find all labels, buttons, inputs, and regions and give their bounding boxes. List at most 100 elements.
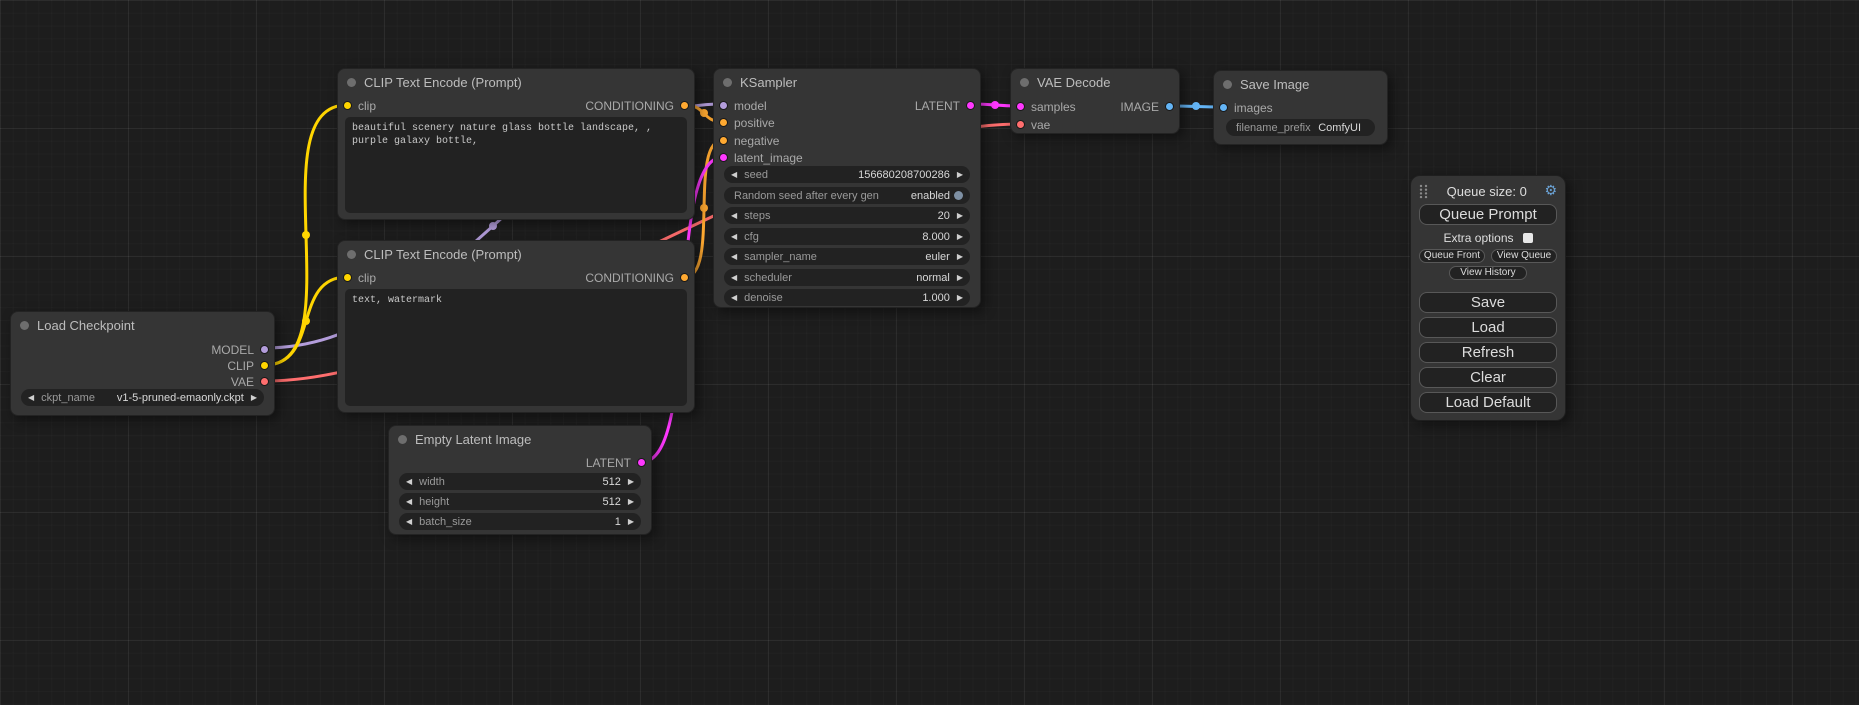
denoise-widget[interactable]: ◀ denoise 1.000 ▶: [724, 289, 970, 306]
prev-value-arrow-icon[interactable]: ◀: [28, 394, 34, 402]
increment-arrow-icon[interactable]: ▶: [628, 478, 634, 486]
latent-slot-dot[interactable]: [719, 153, 728, 162]
output-slot-latent[interactable]: LATENT: [586, 454, 646, 471]
clip-slot-dot[interactable]: [343, 101, 352, 110]
conditioning-slot-dot[interactable]: [680, 101, 689, 110]
collapse-toggle-icon[interactable]: [1020, 78, 1029, 87]
model-slot-dot[interactable]: [260, 345, 269, 354]
model-slot-dot[interactable]: [719, 101, 728, 110]
node-title-bar[interactable]: CLIP Text Encode (Prompt): [338, 69, 694, 95]
input-slot-positive[interactable]: positive: [719, 114, 775, 131]
output-slot-vae[interactable]: VAE: [231, 373, 269, 390]
output-slot-model[interactable]: MODEL: [211, 341, 269, 358]
positive-prompt-textarea[interactable]: beautiful scenery nature glass bottle la…: [345, 117, 687, 213]
decrement-arrow-icon[interactable]: ◀: [731, 294, 737, 302]
latent-slot-dot[interactable]: [966, 101, 975, 110]
node-title-bar[interactable]: Load Checkpoint: [11, 312, 274, 338]
node-vae-decode[interactable]: VAE Decode samples vae IMAGE: [1010, 68, 1180, 134]
prev-value-arrow-icon[interactable]: ◀: [731, 253, 737, 261]
increment-arrow-icon[interactable]: ▶: [628, 518, 634, 526]
view-history-button[interactable]: View History: [1449, 266, 1527, 280]
input-slot-latent-image[interactable]: latent_image: [719, 149, 803, 166]
vae-slot-dot[interactable]: [260, 377, 269, 386]
clip-slot-dot[interactable]: [260, 361, 269, 370]
output-slot-latent[interactable]: LATENT: [915, 97, 975, 114]
toggle-indicator-icon[interactable]: [954, 191, 963, 200]
node-save-image[interactable]: Save Image images filename_prefix ComfyU…: [1213, 70, 1388, 145]
image-slot-dot[interactable]: [1165, 102, 1174, 111]
node-ksampler[interactable]: KSampler model positive negative latent_…: [713, 68, 981, 308]
seed-widget[interactable]: ◀ seed 156680208700286 ▶: [724, 166, 970, 183]
node-clip-text-encode-positive[interactable]: CLIP Text Encode (Prompt) clip CONDITION…: [337, 68, 695, 220]
input-slot-model[interactable]: model: [719, 97, 767, 114]
sampler-name-widget[interactable]: ◀ sampler_name euler ▶: [724, 248, 970, 265]
input-slot-images[interactable]: images: [1219, 99, 1273, 116]
next-value-arrow-icon[interactable]: ▶: [251, 394, 257, 402]
prev-value-arrow-icon[interactable]: ◀: [731, 274, 737, 282]
scheduler-widget[interactable]: ◀ scheduler normal ▶: [724, 269, 970, 286]
increment-arrow-icon[interactable]: ▶: [957, 171, 963, 179]
collapse-toggle-icon[interactable]: [398, 435, 407, 444]
output-slot-clip[interactable]: CLIP: [227, 357, 269, 374]
conditioning-slot-dot[interactable]: [719, 136, 728, 145]
node-empty-latent-image[interactable]: Empty Latent Image LATENT ◀ width 512 ▶ …: [388, 425, 652, 535]
save-workflow-button[interactable]: Save: [1419, 292, 1557, 313]
collapse-toggle-icon[interactable]: [347, 250, 356, 259]
node-title-bar[interactable]: KSampler: [714, 69, 980, 95]
input-slot-samples[interactable]: samples: [1016, 98, 1076, 115]
negative-prompt-textarea[interactable]: text, watermark: [345, 289, 687, 406]
refresh-button[interactable]: Refresh: [1419, 342, 1557, 363]
view-queue-button[interactable]: View Queue: [1491, 249, 1557, 263]
settings-gear-icon[interactable]: ⚙: [1544, 184, 1557, 198]
input-slot-vae[interactable]: vae: [1016, 116, 1050, 133]
clip-slot-dot[interactable]: [343, 273, 352, 282]
clear-button[interactable]: Clear: [1419, 367, 1557, 388]
queue-prompt-button[interactable]: Queue Prompt: [1419, 204, 1557, 225]
vae-slot-dot[interactable]: [1016, 120, 1025, 129]
decrement-arrow-icon[interactable]: ◀: [406, 518, 412, 526]
queue-front-button[interactable]: Queue Front: [1419, 249, 1485, 263]
steps-widget[interactable]: ◀ steps 20 ▶: [724, 207, 970, 224]
height-widget[interactable]: ◀ height 512 ▶: [399, 493, 641, 510]
increment-arrow-icon[interactable]: ▶: [957, 233, 963, 241]
decrement-arrow-icon[interactable]: ◀: [731, 171, 737, 179]
ckpt-name-widget[interactable]: ◀ ckpt_name v1-5-pruned-emaonly.ckpt ▶: [21, 389, 264, 406]
collapse-toggle-icon[interactable]: [20, 321, 29, 330]
extra-options-checkbox[interactable]: [1523, 233, 1533, 243]
increment-arrow-icon[interactable]: ▶: [957, 212, 963, 220]
collapse-toggle-icon[interactable]: [723, 78, 732, 87]
latent-slot-dot[interactable]: [1016, 102, 1025, 111]
node-title-bar[interactable]: Empty Latent Image: [389, 426, 651, 452]
increment-arrow-icon[interactable]: ▶: [628, 498, 634, 506]
output-slot-image[interactable]: IMAGE: [1120, 98, 1174, 115]
next-value-arrow-icon[interactable]: ▶: [957, 274, 963, 282]
node-title-bar[interactable]: CLIP Text Encode (Prompt): [338, 241, 694, 267]
cfg-widget[interactable]: ◀ cfg 8.000 ▶: [724, 228, 970, 245]
random-seed-toggle-widget[interactable]: Random seed after every gen enabled: [724, 187, 970, 204]
next-value-arrow-icon[interactable]: ▶: [957, 253, 963, 261]
collapse-toggle-icon[interactable]: [1223, 80, 1232, 89]
input-slot-clip[interactable]: clip: [343, 97, 376, 114]
input-slot-negative[interactable]: negative: [719, 132, 779, 149]
node-graph-canvas[interactable]: Load Checkpoint MODEL CLIP VAE ◀ ckpt_na…: [0, 0, 1859, 705]
decrement-arrow-icon[interactable]: ◀: [731, 233, 737, 241]
drag-handle-icon[interactable]: [1419, 184, 1429, 199]
output-slot-conditioning[interactable]: CONDITIONING: [585, 269, 689, 286]
node-load-checkpoint[interactable]: Load Checkpoint MODEL CLIP VAE ◀ ckpt_na…: [10, 311, 275, 416]
decrement-arrow-icon[interactable]: ◀: [406, 498, 412, 506]
load-workflow-button[interactable]: Load: [1419, 317, 1557, 338]
decrement-arrow-icon[interactable]: ◀: [406, 478, 412, 486]
filename-prefix-widget[interactable]: filename_prefix ComfyUI: [1226, 119, 1375, 136]
node-clip-text-encode-negative[interactable]: CLIP Text Encode (Prompt) clip CONDITION…: [337, 240, 695, 413]
conditioning-slot-dot[interactable]: [719, 118, 728, 127]
load-default-button[interactable]: Load Default: [1419, 392, 1557, 413]
collapse-toggle-icon[interactable]: [347, 78, 356, 87]
input-slot-clip[interactable]: clip: [343, 269, 376, 286]
node-title-bar[interactable]: Save Image: [1214, 71, 1387, 97]
conditioning-slot-dot[interactable]: [680, 273, 689, 282]
node-title-bar[interactable]: VAE Decode: [1011, 69, 1179, 95]
increment-arrow-icon[interactable]: ▶: [957, 294, 963, 302]
latent-slot-dot[interactable]: [637, 458, 646, 467]
output-slot-conditioning[interactable]: CONDITIONING: [585, 97, 689, 114]
image-slot-dot[interactable]: [1219, 103, 1228, 112]
